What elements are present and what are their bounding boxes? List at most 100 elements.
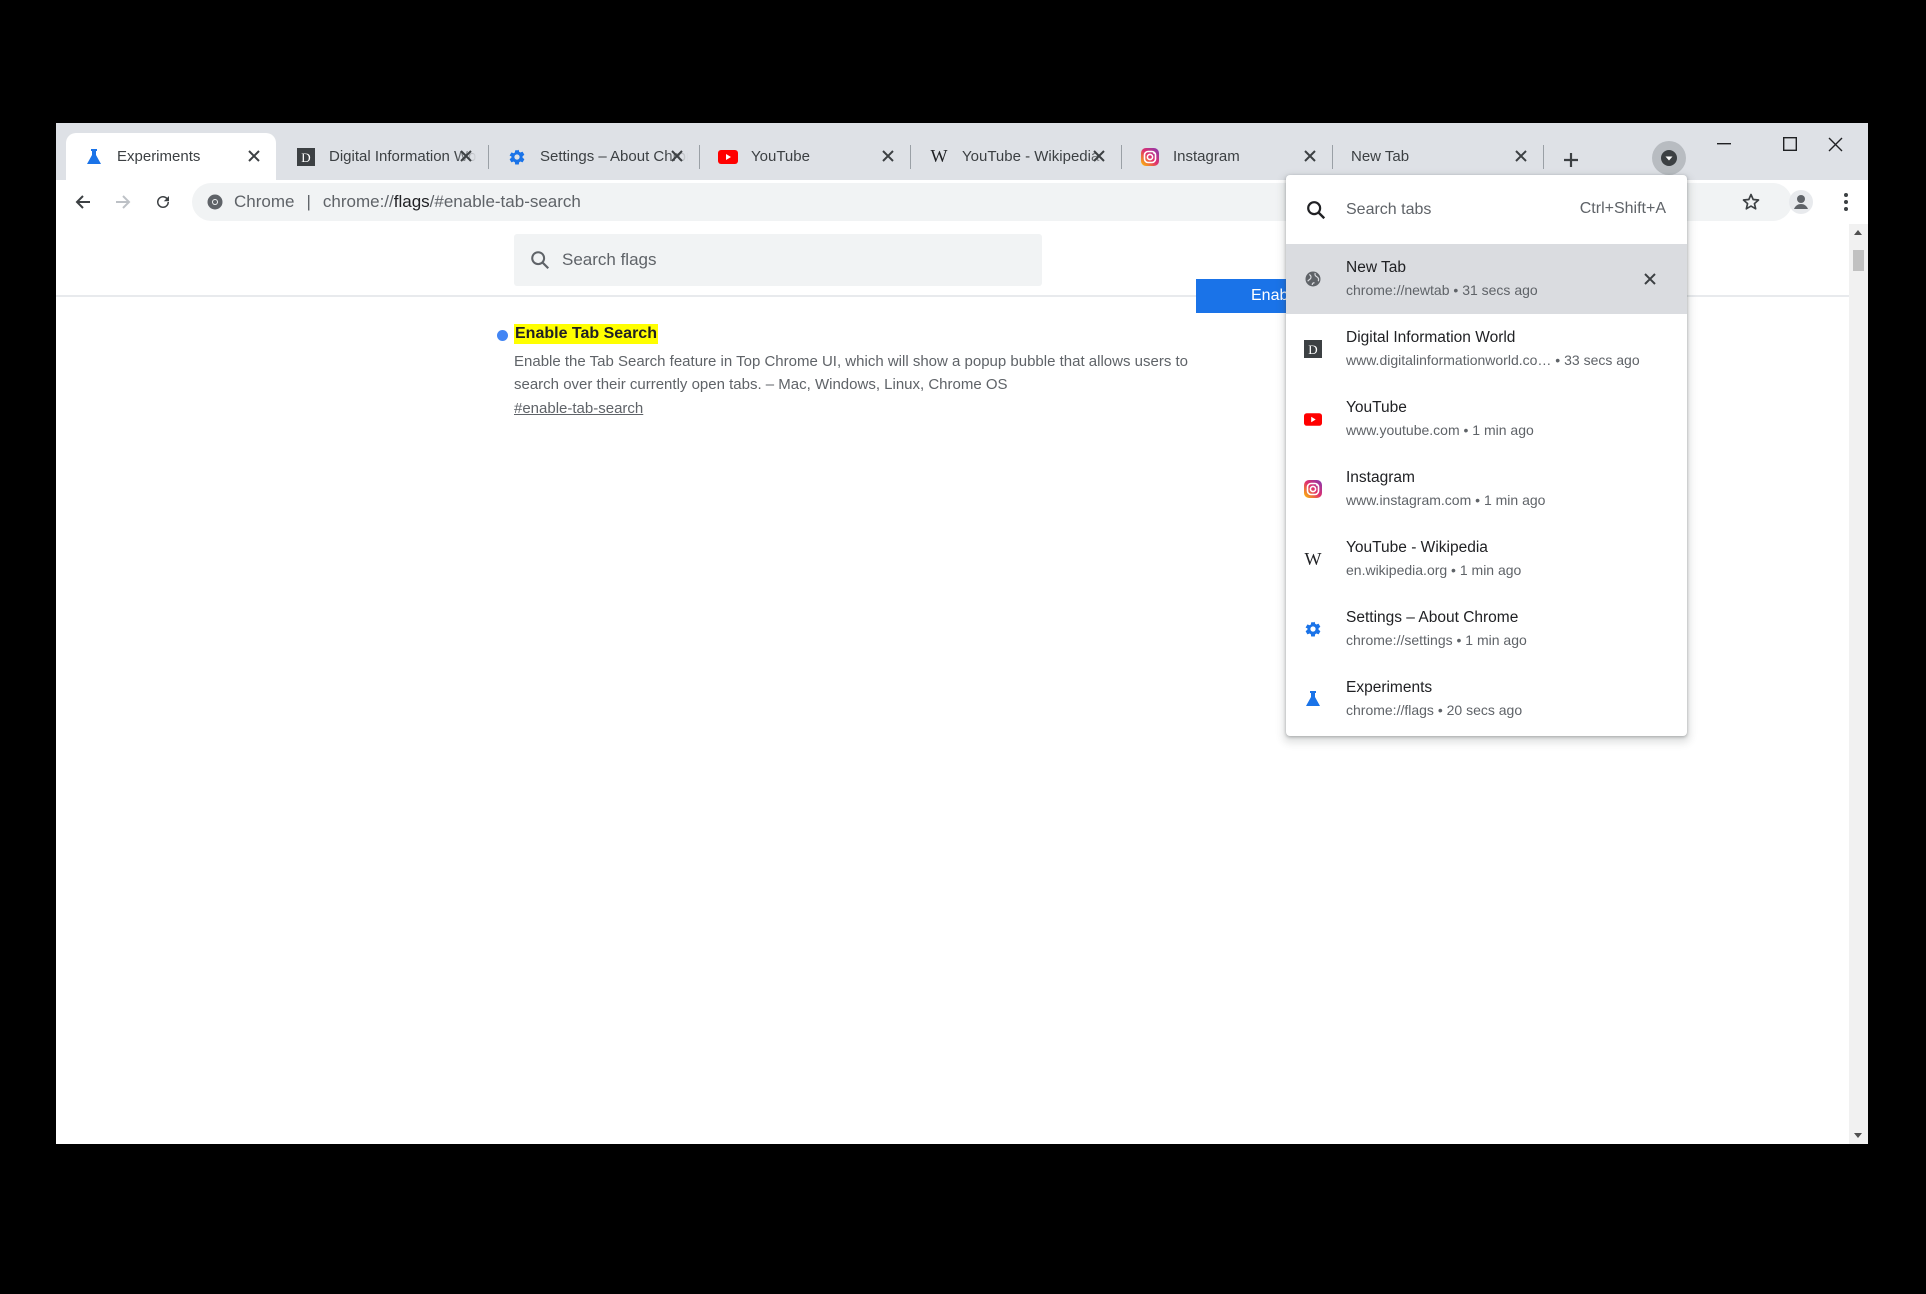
close-icon[interactable] (1089, 146, 1109, 166)
tab-instagram[interactable]: Instagram (1122, 133, 1332, 180)
arrow-left-icon (75, 195, 90, 209)
flask-icon (1303, 689, 1323, 709)
minimize-icon (1717, 143, 1731, 145)
tab-youtube-wikipedia[interactable]: W YouTube - Wikipedia (911, 133, 1121, 180)
tab-result-url: chrome://settings (1346, 632, 1453, 648)
maximize-icon (1783, 137, 1797, 151)
tab-result-title: Settings – About Chrome (1346, 609, 1519, 626)
dgiw-icon: D (296, 147, 316, 167)
url-scheme: chrome:// (322, 192, 394, 211)
tab-youtube[interactable]: YouTube (700, 133, 910, 180)
tab-result-title: New Tab (1346, 259, 1407, 276)
tab-result-url: chrome://newtab (1346, 282, 1450, 298)
tab-result-time: 20 secs ago (1446, 702, 1523, 718)
tab-search-button[interactable] (1652, 141, 1686, 175)
url-host: flags (393, 192, 430, 211)
url-path: /#enable-tab-search (429, 192, 581, 211)
star-icon (1742, 193, 1760, 210)
kebab-menu-icon (1844, 193, 1848, 211)
arrow-right-icon (116, 195, 131, 209)
tab-result-url: www.digitalinformationworld.co… (1346, 352, 1552, 368)
tab-result-instagram[interactable]: Instagram www.instagram.com • 1 min ago (1286, 454, 1687, 524)
new-tab-button[interactable] (1554, 143, 1588, 177)
search-icon (1304, 198, 1328, 222)
forward-button[interactable] (107, 186, 139, 218)
flag-permalink[interactable]: #enable-tab-search (514, 400, 643, 417)
globe-icon (1303, 269, 1323, 289)
tab-title: Settings – About Chrome (540, 148, 688, 165)
flags-search-box[interactable] (514, 234, 1042, 286)
close-icon[interactable] (456, 146, 476, 166)
instagram-icon (1303, 479, 1323, 499)
tab-result-digital-information-world[interactable]: D Digital Information World www.digitali… (1286, 314, 1687, 384)
tab-result-url: www.instagram.com (1346, 492, 1472, 508)
svg-text:D: D (1308, 342, 1317, 357)
keyboard-shortcut: Ctrl+Shift+A (1579, 200, 1666, 217)
close-icon[interactable] (1511, 146, 1531, 166)
minimize-button[interactable] (1691, 123, 1757, 165)
tab-result-youtube[interactable]: YouTube www.youtube.com • 1 min ago (1286, 384, 1687, 454)
scroll-up-arrow-icon[interactable] (1854, 230, 1862, 235)
close-icon[interactable] (878, 146, 898, 166)
tab-result-time: 1 min ago (1465, 632, 1527, 648)
close-icon (1644, 273, 1656, 285)
wikipedia-icon: W (1304, 548, 1322, 569)
gear-icon (1303, 619, 1323, 639)
back-button[interactable] (67, 186, 99, 218)
tab-strip: Experiments D Digital Information World … (56, 123, 1868, 180)
page-origin-chip: Chrome (234, 192, 295, 211)
bookmark-button[interactable] (1735, 186, 1767, 218)
avatar-icon (1789, 190, 1813, 214)
tab-result-url: en.wikipedia.org (1346, 562, 1448, 578)
chevron-down-icon (1661, 150, 1677, 166)
close-window-button[interactable] (1802, 123, 1868, 165)
tab-search-popup: Ctrl+Shift+A New Tab chrome://newtab • 3… (1286, 175, 1687, 736)
flask-icon (84, 147, 104, 167)
tab-result-url: chrome://flags (1346, 702, 1434, 718)
close-icon[interactable] (244, 146, 264, 166)
plus-icon (1564, 153, 1578, 167)
tab-settings[interactable]: Settings – About Chrome (489, 133, 699, 180)
tab-result-time: 1 min ago (1483, 492, 1546, 508)
reload-button[interactable] (147, 186, 179, 218)
reload-icon (157, 196, 169, 208)
profile-button[interactable] (1785, 186, 1817, 218)
tab-experiments[interactable]: Experiments (66, 133, 276, 180)
scroll-down-arrow-icon[interactable] (1854, 1133, 1862, 1138)
tab-title: Instagram (1173, 148, 1240, 165)
tab-result-title: Digital Information World (1346, 329, 1516, 346)
youtube-icon (1303, 409, 1323, 429)
tab-new-tab[interactable]: New Tab (1333, 133, 1543, 180)
tab-result-experiments[interactable]: Experiments chrome://flags • 20 secs ago (1286, 664, 1687, 734)
chrome-icon (206, 193, 224, 211)
tab-title: Digital Information World (329, 148, 477, 165)
tab-result-title: YouTube (1346, 399, 1407, 416)
tab-title: YouTube - Wikipedia (962, 148, 1100, 165)
search-icon (528, 248, 552, 272)
tab-result-title: Experiments (1346, 679, 1433, 696)
tab-result-settings[interactable]: Settings – About Chrome chrome://setting… (1286, 594, 1687, 664)
tab-search-input[interactable] (1346, 200, 1566, 219)
tab-result-new-tab[interactable]: New Tab chrome://newtab • 31 secs ago (1286, 244, 1687, 314)
close-icon[interactable] (1300, 146, 1320, 166)
tab-digital-information-world[interactable]: D Digital Information World (278, 133, 488, 180)
tab-result-youtube-wikipedia[interactable]: W YouTube - Wikipedia en.wikipedia.org •… (1286, 524, 1687, 594)
svg-text:D: D (301, 150, 310, 165)
close-tab-button[interactable] (1639, 268, 1661, 290)
tab-search-results: New Tab chrome://newtab • 31 secs ago D … (1286, 244, 1687, 734)
modified-indicator (497, 330, 508, 341)
flags-search-input[interactable] (562, 250, 1002, 270)
chrome-menu-button[interactable] (1830, 186, 1862, 218)
wikipedia-icon: W (930, 146, 948, 166)
tab-title: Experiments (117, 148, 201, 165)
tab-title: YouTube (751, 148, 810, 165)
close-icon[interactable] (667, 146, 687, 166)
tab-result-time: 31 secs ago (1462, 282, 1538, 298)
tab-search-field[interactable]: Ctrl+Shift+A (1286, 175, 1687, 244)
scroll-thumb[interactable] (1853, 250, 1864, 271)
vertical-scrollbar[interactable] (1849, 224, 1868, 1144)
close-icon (1828, 137, 1842, 151)
tab-result-time: 33 secs ago (1564, 352, 1640, 368)
dgiw-icon: D (1303, 339, 1323, 359)
tab-title: New Tab (1351, 148, 1410, 165)
